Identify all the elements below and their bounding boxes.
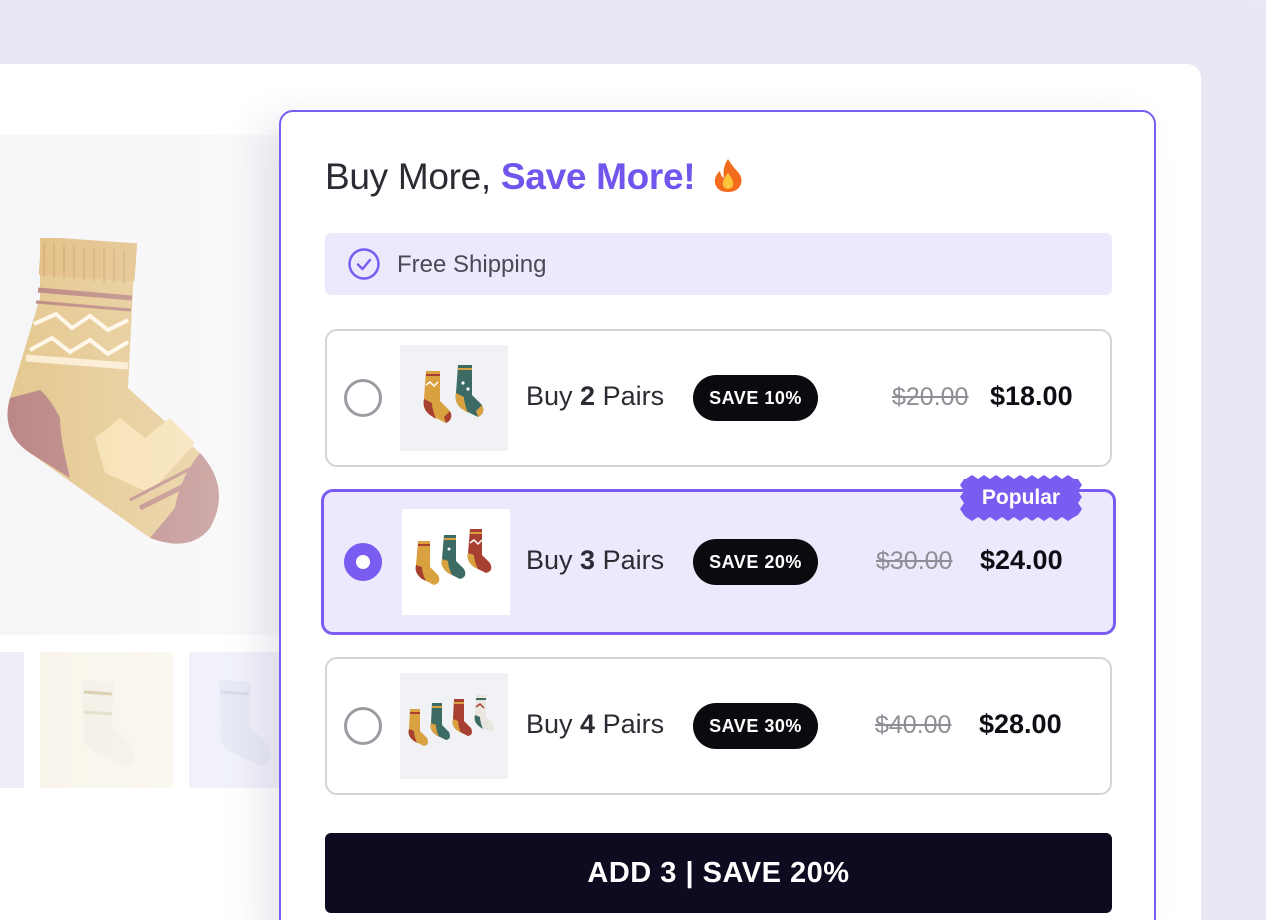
fire-icon [715, 159, 742, 192]
popular-tag: Popular [960, 475, 1082, 521]
bundle-thumbnail [400, 345, 508, 451]
option-label: Buy 4 Pairs [526, 709, 665, 739]
option-radio[interactable] [344, 379, 382, 417]
socks-four-icon [408, 695, 494, 746]
title-prefix: Buy More, [325, 156, 501, 197]
check-circle-icon [348, 248, 380, 280]
bundle-thumbnail [400, 673, 508, 779]
bundle-thumbnail [402, 509, 510, 615]
original-price: $20.00 [892, 383, 969, 411]
socks-pair-icon [423, 365, 484, 423]
save-badge: SAVE 20% [693, 539, 818, 585]
gallery-thumbnails [0, 652, 285, 788]
original-price: $30.00 [876, 547, 953, 575]
add-to-cart-button[interactable]: ADD 3 | SAVE 20% [325, 833, 1112, 913]
option-label: Buy 2 Pairs [526, 381, 665, 411]
popular-label: Popular [981, 486, 1061, 509]
save-badge: SAVE 30% [693, 703, 818, 749]
discounted-price: $24.00 [980, 545, 1063, 575]
sock-thumb-icon [219, 680, 271, 766]
discounted-price: $18.00 [990, 381, 1073, 411]
discounted-price: $28.00 [979, 709, 1062, 739]
product-sock-image [7, 238, 219, 544]
option-label: Buy 3 Pairs [526, 545, 665, 575]
gallery-thumb[interactable] [40, 652, 173, 788]
bundle-option-4-pairs[interactable]: Buy 4 Pairs SAVE 30% $40.00 $28.00 [325, 657, 1112, 795]
offer-title: Buy More, Save More! [325, 156, 745, 198]
option-radio-selected[interactable] [344, 543, 382, 581]
gallery-thumb[interactable] [189, 652, 285, 788]
original-price: $40.00 [875, 711, 952, 739]
save-badge: SAVE 10% [693, 375, 818, 421]
socks-three-icon [415, 529, 492, 585]
sock-thumb-icon [82, 680, 134, 766]
bundle-option-3-pairs[interactable]: Popular Buy 3 Pairs SAVE 20% $30.00 $24.… [321, 475, 1116, 635]
bundle-offer-panel: Buy More, Save More! Free Shipping Buy 2… [279, 110, 1156, 920]
free-shipping-banner: Free Shipping [325, 233, 1112, 295]
title-accent: Save More! [500, 156, 696, 197]
gallery-thumb[interactable] [0, 652, 24, 788]
shipping-label: Free Shipping [397, 251, 547, 278]
option-radio[interactable] [344, 707, 382, 745]
bundle-option-2-pairs[interactable]: Buy 2 Pairs SAVE 10% $20.00 $18.00 [325, 329, 1112, 467]
